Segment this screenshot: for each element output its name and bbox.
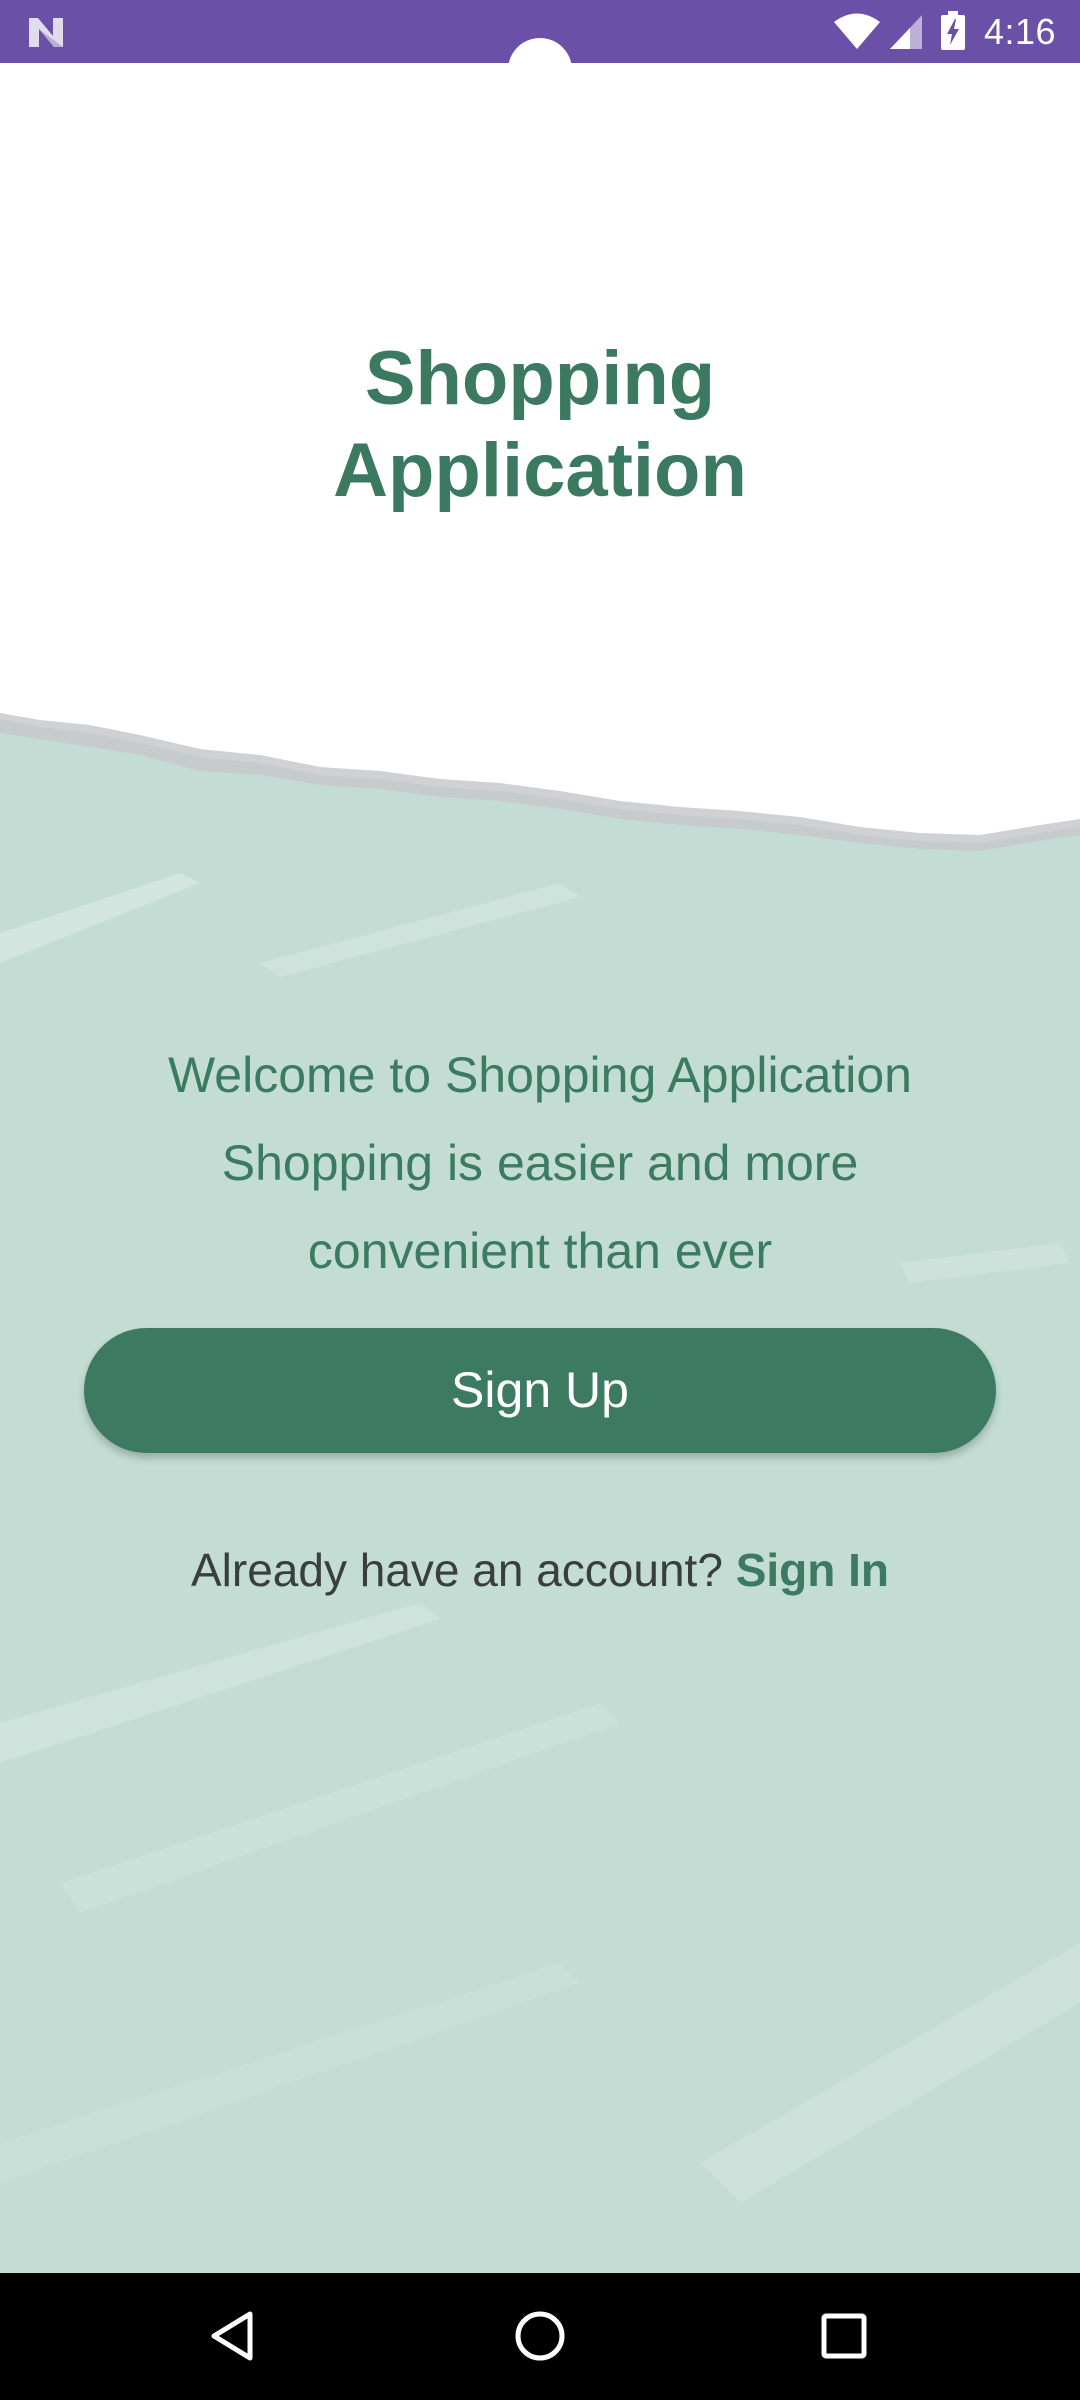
home-icon[interactable] [510, 2306, 570, 2366]
recents-icon[interactable] [814, 2306, 874, 2366]
already-have-account-text: Already have an account? [190, 1544, 723, 1596]
wifi-icon [834, 13, 880, 49]
navigation-bar [0, 2273, 1080, 2400]
back-icon[interactable] [206, 2306, 266, 2366]
welcome-message: Welcome to Shopping Application Shopping… [0, 1031, 1080, 1295]
battery-charging-icon [941, 11, 965, 50]
n-logo-icon [29, 18, 63, 47]
cell-signal-icon [890, 15, 922, 49]
welcome-line: convenient than ever [307, 1223, 773, 1279]
status-bar: 4:16 [0, 0, 1080, 102]
sign-in-link[interactable]: Sign In [736, 1544, 889, 1596]
sign-up-button[interactable]: Sign Up [84, 1328, 996, 1453]
sign-in-prompt: Already have an account? Sign In [0, 1540, 1080, 1600]
app-title: Shopping Application [0, 333, 1080, 517]
app-title-line: Shopping [364, 336, 716, 421]
welcome-line: Shopping is easier and more [221, 1135, 859, 1191]
welcome-screen: Shopping Application Welcome to Shopping… [0, 63, 1080, 2273]
welcome-line: Welcome to Shopping Application [168, 1047, 912, 1103]
app-title-line: Application [333, 428, 747, 513]
status-time: 4:16 [984, 11, 1057, 52]
